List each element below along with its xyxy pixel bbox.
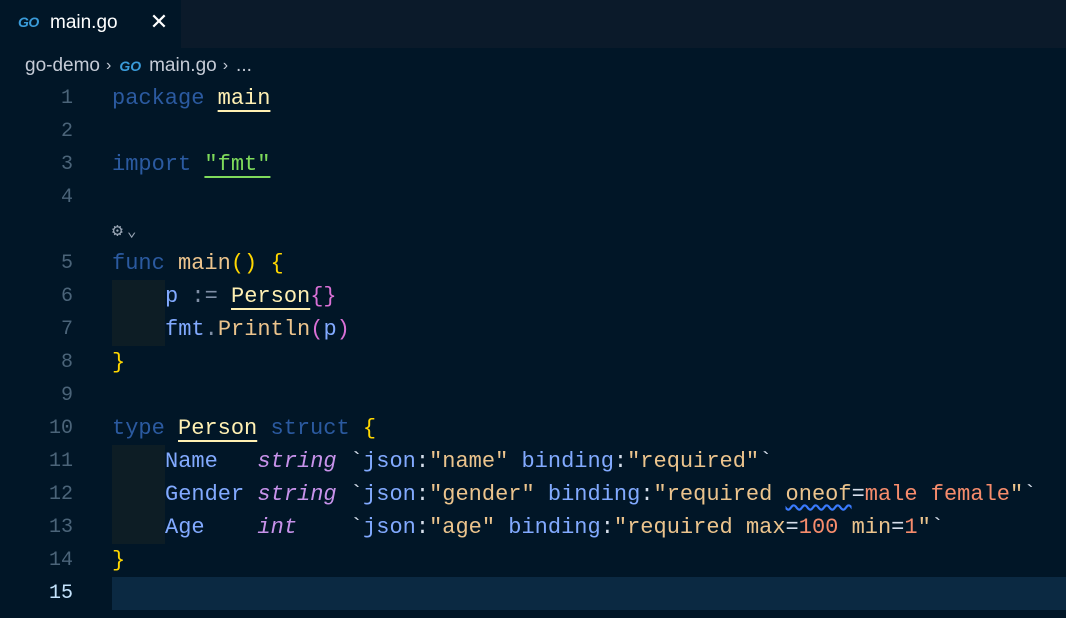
line-code: Age int `json:"age" binding:"required ma… xyxy=(165,515,944,540)
chevron-right-icon: › xyxy=(222,57,229,74)
line-code: Name string `json:"name" binding:"requir… xyxy=(165,449,773,474)
tab-bar: GO main.go ✕ xyxy=(0,0,1066,48)
code-editor[interactable]: 1 package main 2 3 import "fmt" 4 ⚙ ⌄ 5 … xyxy=(0,82,1066,618)
indent-guide xyxy=(112,445,165,478)
chevron-down-icon[interactable]: ⌄ xyxy=(127,221,137,241)
line-code: } xyxy=(112,350,126,375)
line-code: type Person struct { xyxy=(112,416,377,441)
indent-guide xyxy=(112,280,165,313)
breadcrumb-more[interactable]: ... xyxy=(236,55,252,77)
go-file-icon: GO xyxy=(18,14,39,30)
line-number: 14 xyxy=(48,549,73,572)
line-number: 9 xyxy=(60,384,73,407)
code-line[interactable]: 12 Gender string `json:"gender" binding:… xyxy=(0,478,1066,511)
code-line-active[interactable]: 15 xyxy=(0,577,1066,610)
line-number: 6 xyxy=(60,285,73,308)
code-line[interactable]: 11 Name string `json:"name" binding:"req… xyxy=(0,445,1066,478)
code-line[interactable]: 5 func main() { xyxy=(0,247,1066,280)
line-number: 8 xyxy=(60,351,73,374)
code-line[interactable]: 3 import "fmt" xyxy=(0,148,1066,181)
close-icon[interactable]: ✕ xyxy=(148,10,170,34)
indent-guide xyxy=(112,478,165,511)
code-line[interactable]: 13 Age int `json:"age" binding:"required… xyxy=(0,511,1066,544)
code-line[interactable]: 4 xyxy=(0,181,1066,214)
indent-guide xyxy=(112,313,165,346)
tab-label: main.go xyxy=(50,12,118,33)
code-line[interactable]: 7 fmt.Println(p) xyxy=(0,313,1066,346)
line-code: fmt.Println(p) xyxy=(165,317,350,342)
line-number: 7 xyxy=(60,318,73,341)
code-line[interactable]: 10 type Person struct { xyxy=(0,412,1066,445)
line-number: 10 xyxy=(48,417,73,440)
line-number: 13 xyxy=(48,516,73,539)
line-code: package main xyxy=(112,86,271,111)
breadcrumb-folder[interactable]: go-demo xyxy=(25,55,100,77)
line-number: 12 xyxy=(48,483,73,506)
line-number: 15 xyxy=(48,582,73,605)
line-number: 5 xyxy=(60,252,73,275)
line-code: import "fmt" xyxy=(112,152,271,177)
line-code: func main() { xyxy=(112,251,284,276)
current-line-highlight xyxy=(112,577,1066,610)
code-line[interactable]: 9 xyxy=(0,379,1066,412)
tab-main-go[interactable]: GO main.go ✕ xyxy=(0,0,181,48)
code-line[interactable]: 2 xyxy=(0,115,1066,148)
chevron-right-icon: › xyxy=(106,57,112,74)
code-line[interactable]: 6 p := Person{} xyxy=(0,280,1066,313)
code-line[interactable]: 8 } xyxy=(0,346,1066,379)
line-number: 11 xyxy=(48,450,73,473)
code-line[interactable]: 14 } xyxy=(0,544,1066,577)
breadcrumb: go-demo › GO main.go › ... xyxy=(25,55,252,77)
line-code: p := Person{} xyxy=(165,284,337,309)
codelens[interactable]: ⚙ ⌄ xyxy=(112,214,136,247)
line-number: 4 xyxy=(60,186,73,209)
line-number: 2 xyxy=(60,120,73,143)
line-number: 1 xyxy=(60,87,73,110)
lint-warning: oneof xyxy=(785,482,852,507)
gear-icon[interactable]: ⚙ xyxy=(112,220,123,242)
line-number: 3 xyxy=(60,153,73,176)
indent-guide xyxy=(112,511,165,544)
codelens-row: ⚙ ⌄ xyxy=(0,214,1066,247)
line-code: Gender string `json:"gender" binding:"re… xyxy=(165,482,1037,507)
breadcrumb-file[interactable]: main.go xyxy=(149,55,217,77)
line-code: } xyxy=(112,548,126,573)
go-file-icon: GO xyxy=(119,58,142,74)
code-line[interactable]: 1 package main xyxy=(0,82,1066,115)
